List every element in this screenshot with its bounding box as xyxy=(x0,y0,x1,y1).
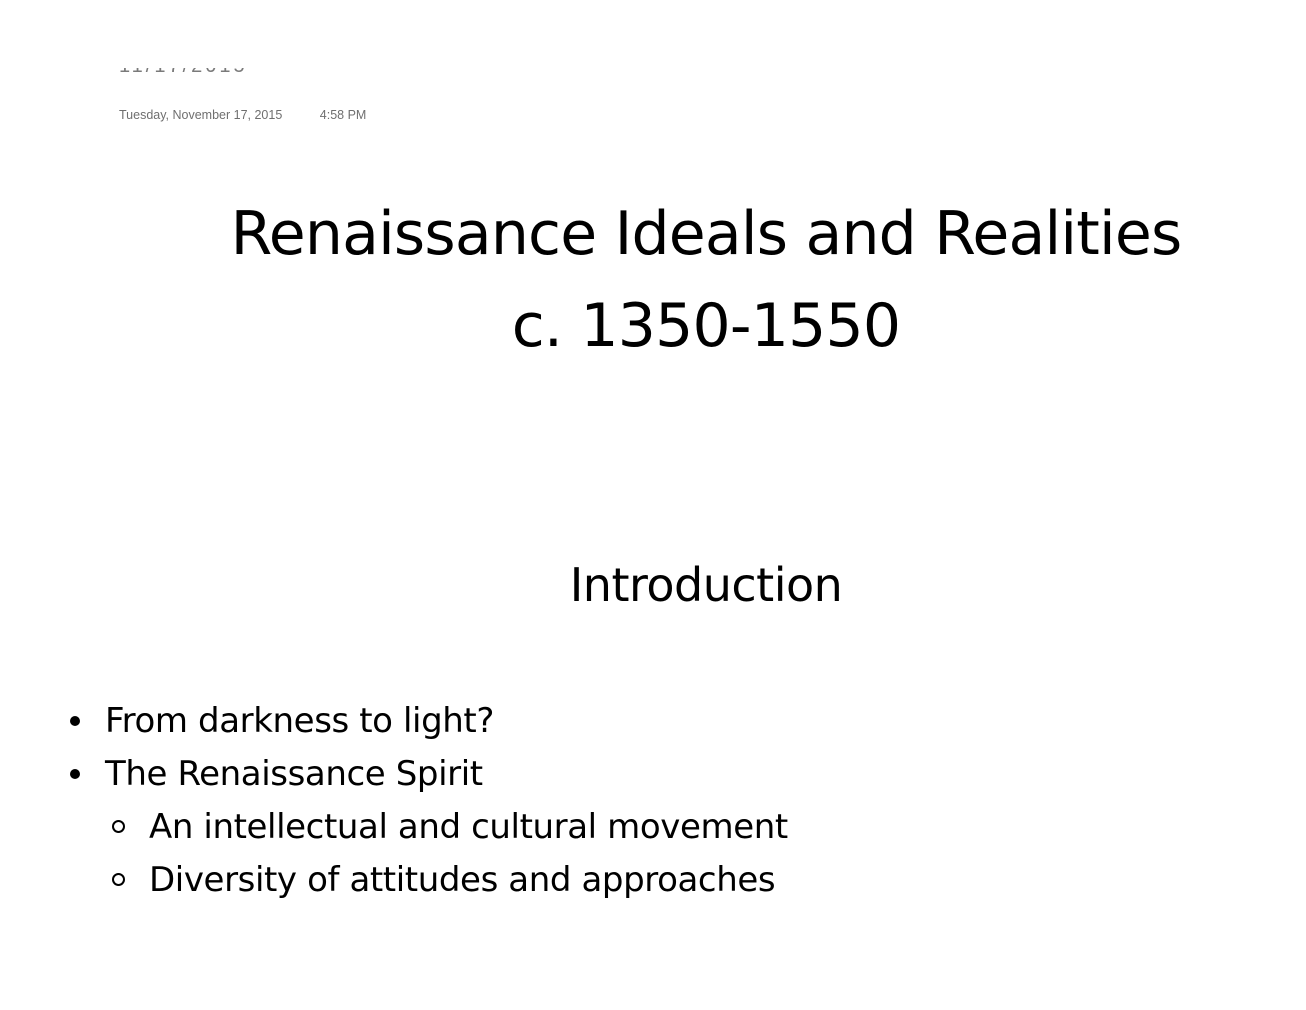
bullet-circle-icon xyxy=(112,873,125,886)
bullet-list: From darkness to light? The Renaissance … xyxy=(66,699,788,911)
sub-list-item: An intellectual and cultural movement xyxy=(66,805,788,858)
list-item: From darkness to light? xyxy=(66,699,788,752)
bullet-circle-icon xyxy=(112,820,125,833)
list-item-text: The Renaissance Spirit xyxy=(105,754,483,794)
sub-list-item-text: Diversity of attitudes and approaches xyxy=(149,860,776,900)
sub-list-item: Diversity of attitudes and approaches xyxy=(66,858,788,911)
page-date: Tuesday, November 17, 2015 xyxy=(119,108,283,122)
bullet-dot-icon xyxy=(70,769,80,779)
page-time: 4:58 PM xyxy=(319,108,367,122)
page-title-text: 11/17/2015 xyxy=(119,68,248,78)
page-title-cut-off[interactable]: 11/17/2015 xyxy=(119,68,279,88)
slide-title: Renaissance Ideals and Realities c. 1350… xyxy=(0,188,1306,372)
sub-list-item-text: An intellectual and cultural movement xyxy=(149,807,788,847)
bullet-dot-icon xyxy=(70,716,80,726)
section-heading: Introduction xyxy=(569,558,843,612)
list-item-text: From darkness to light? xyxy=(105,701,494,741)
slide-title-line-2: c. 1350-1550 xyxy=(511,291,901,361)
page-timestamp: Tuesday, November 17, 2015 4:58 PM xyxy=(119,108,366,122)
list-item: The Renaissance Spirit xyxy=(66,752,788,805)
slide-title-line-1: Renaissance Ideals and Realities xyxy=(230,199,1183,269)
